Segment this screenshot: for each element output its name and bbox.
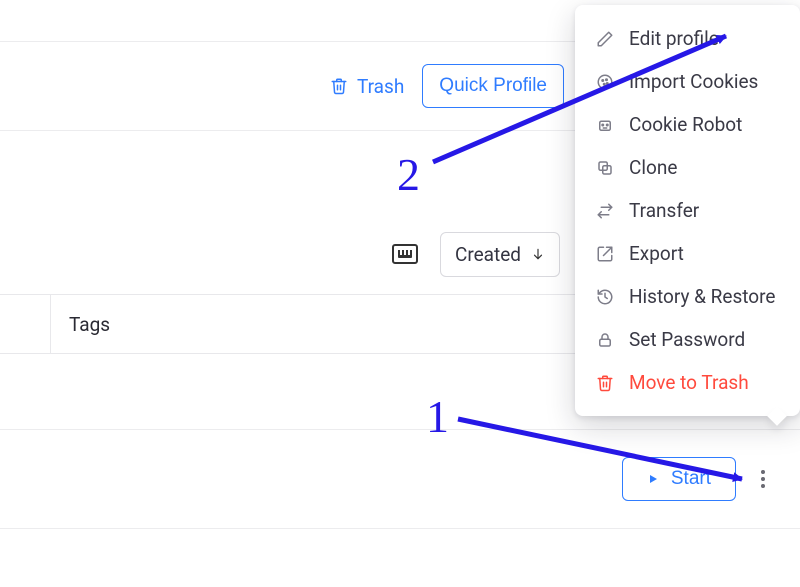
trash-icon bbox=[595, 373, 615, 393]
play-icon bbox=[647, 472, 659, 486]
menu-item-label: Clone bbox=[629, 156, 677, 179]
start-label: Start bbox=[671, 468, 711, 490]
menu-item-edit-profile[interactable]: Edit profile bbox=[575, 17, 800, 60]
table-row: Start bbox=[0, 429, 800, 529]
menu-item-history-restore[interactable]: History & Restore bbox=[575, 275, 800, 318]
start-button[interactable]: Start bbox=[622, 457, 736, 501]
annotation-step-2: 2 bbox=[397, 148, 420, 201]
cookie-icon bbox=[595, 72, 615, 92]
menu-item-label: Cookie Robot bbox=[629, 113, 742, 136]
menu-item-label: Transfer bbox=[629, 199, 699, 222]
quick-profile-label: Quick Profile bbox=[439, 75, 547, 97]
menu-item-label: Import Cookies bbox=[629, 70, 758, 93]
sort-label: Created bbox=[455, 243, 521, 266]
context-menu: Edit profile Import Cookies Cookie Robot Cl… bbox=[575, 5, 800, 416]
menu-item-label: Export bbox=[629, 242, 684, 265]
more-actions-button[interactable] bbox=[750, 460, 776, 498]
menu-item-label: Set Password bbox=[629, 328, 745, 351]
menu-item-label: Edit profile bbox=[629, 27, 719, 50]
trash-icon bbox=[329, 76, 349, 96]
transfer-icon bbox=[595, 201, 615, 221]
robot-icon bbox=[595, 115, 615, 135]
pencil-icon bbox=[595, 29, 615, 49]
quick-profile-button[interactable]: Quick Profile bbox=[422, 64, 564, 108]
column-header-tags[interactable]: Tags bbox=[50, 295, 128, 353]
keyboard-icon[interactable] bbox=[392, 244, 418, 264]
menu-item-transfer[interactable]: Transfer bbox=[575, 189, 800, 232]
trash-button[interactable]: Trash bbox=[329, 75, 404, 98]
trash-label: Trash bbox=[357, 75, 404, 98]
copy-icon bbox=[595, 158, 615, 178]
export-icon bbox=[595, 244, 615, 264]
annotation-step-1: 1 bbox=[426, 390, 449, 443]
menu-item-cookie-robot[interactable]: Cookie Robot bbox=[575, 103, 800, 146]
menu-item-clone[interactable]: Clone bbox=[575, 146, 800, 189]
menu-item-label: History & Restore bbox=[629, 285, 775, 308]
menu-item-move-to-trash[interactable]: Move to Trash bbox=[575, 361, 800, 404]
menu-item-import-cookies[interactable]: Import Cookies bbox=[575, 60, 800, 103]
menu-item-set-password[interactable]: Set Password bbox=[575, 318, 800, 361]
column-header-label: Tags bbox=[69, 313, 110, 336]
lock-icon bbox=[595, 330, 615, 350]
arrow-down-icon bbox=[531, 246, 545, 262]
menu-item-export[interactable]: Export bbox=[575, 232, 800, 275]
history-icon bbox=[595, 287, 615, 307]
sort-select[interactable]: Created bbox=[440, 232, 560, 277]
menu-item-label: Move to Trash bbox=[629, 371, 749, 394]
